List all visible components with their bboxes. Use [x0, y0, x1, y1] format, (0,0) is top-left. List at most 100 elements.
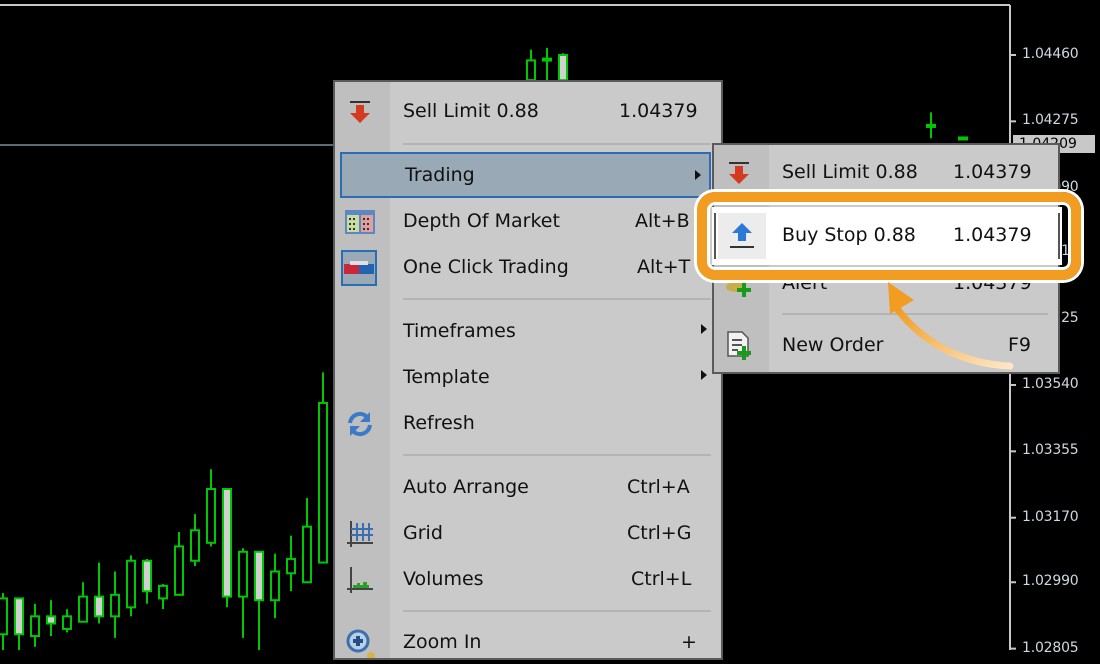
menu-item-label: Volumes	[403, 568, 484, 590]
menu-item-one-click-trading[interactable]: One Click Trading Alt+T	[335, 247, 721, 289]
candle	[542, 47, 552, 81]
candle	[318, 372, 328, 564]
menu-item-label: One Click Trading	[403, 256, 569, 278]
menu-item-auto-arrange[interactable]: Auto Arrange Ctrl+A	[335, 467, 721, 509]
zoom-in-icon	[343, 626, 377, 660]
candle	[270, 553, 280, 619]
candle	[526, 49, 536, 82]
chart-context-menu: Sell Limit 0.88 1.04379 Trading Depth Of…	[333, 80, 723, 660]
submenu-arrow-icon	[695, 170, 701, 180]
candle	[558, 53, 568, 82]
candle-body	[254, 550, 264, 602]
candle	[158, 584, 168, 610]
volumes-icon	[343, 563, 377, 597]
candle	[142, 558, 152, 604]
menu-separator	[403, 298, 711, 300]
menu-item-refresh[interactable]: Refresh	[335, 403, 721, 445]
new-order-icon	[722, 329, 756, 363]
candle-body	[558, 54, 568, 82]
candle	[30, 603, 40, 647]
candle-body	[286, 557, 296, 575]
candle	[926, 112, 936, 139]
candle	[110, 571, 120, 638]
candle	[238, 548, 248, 638]
candle-body	[174, 545, 184, 596]
menu-item-depth-of-market[interactable]: Depth Of Market Alt+B	[335, 201, 721, 243]
menu-item-grid[interactable]: Grid Ctrl+G	[335, 513, 721, 555]
menu-item-shortcut: Alt+T	[637, 256, 691, 278]
candle-body	[30, 615, 40, 638]
grid-icon	[343, 517, 377, 551]
menu-item-label: Refresh	[403, 412, 475, 434]
menu-item-zoom-in[interactable]: Zoom In +	[335, 622, 721, 664]
candle-body	[222, 488, 232, 598]
menu-separator	[403, 454, 711, 456]
candle-body	[158, 584, 168, 600]
candle	[126, 555, 136, 617]
menu-item-sell-limit[interactable]: Sell Limit 0.88 1.04379	[335, 91, 721, 133]
candle-body	[206, 488, 216, 544]
menu-item-label: Auto Arrange	[403, 476, 529, 498]
candle-body	[270, 570, 280, 602]
axis-tick-label: 1.03540	[1022, 375, 1079, 392]
menu-item-shortcut: Alt+B	[635, 210, 690, 232]
candle-body	[46, 615, 56, 625]
candle-body	[958, 136, 968, 141]
candle	[302, 497, 312, 584]
candle-body	[0, 597, 8, 636]
menu-item-trading[interactable]: Trading	[340, 152, 711, 198]
axis-tick-label: 1.02990	[1022, 573, 1079, 590]
refresh-icon	[343, 407, 377, 441]
menu-item-label: New Order	[782, 334, 884, 356]
submenu-arrow-icon	[701, 324, 707, 334]
sell-limit-icon	[722, 156, 756, 190]
candle-body	[78, 595, 88, 623]
highlight-frame	[697, 192, 1081, 280]
axis-tick-label: 1.04460	[1022, 46, 1079, 62]
menu-separator	[403, 143, 711, 145]
candle-body	[238, 550, 248, 598]
candle	[254, 550, 264, 650]
menu-item-volumes[interactable]: Volumes Ctrl+L	[335, 559, 721, 601]
menu-item-label: Timeframes	[403, 320, 516, 342]
candle	[958, 136, 968, 141]
candle	[222, 488, 232, 608]
menu-item-label: Grid	[403, 522, 443, 544]
candle-body	[318, 401, 328, 564]
menu-item-timeframes[interactable]: Timeframes	[335, 311, 721, 353]
menu-item-label: Sell Limit 0.88	[782, 161, 918, 183]
axis-tick-label: 1.04275	[1022, 112, 1079, 129]
axis-tick-label: 1.02805	[1022, 639, 1079, 656]
candle-body	[94, 595, 104, 618]
depth-of-market-icon	[343, 205, 377, 239]
candle	[94, 562, 104, 624]
candle	[286, 535, 296, 592]
candle	[174, 532, 184, 596]
candle	[62, 609, 72, 633]
menu-item-shortcut: Ctrl+A	[627, 476, 690, 498]
candle-body	[190, 529, 200, 562]
sell-limit-icon	[343, 95, 377, 129]
candle	[0, 593, 8, 650]
candle	[78, 582, 88, 623]
menu-item-label: Template	[403, 366, 490, 388]
axis-tick-label: 1.03170	[1022, 508, 1079, 525]
candle-body	[14, 597, 24, 636]
candle	[46, 600, 56, 637]
candle-body	[126, 559, 136, 609]
submenu-item-sell-limit[interactable]: Sell Limit 0.88 1.04379	[714, 152, 1058, 194]
annotation-arrow-icon	[888, 282, 1014, 370]
candle-body	[926, 123, 936, 128]
candle	[14, 597, 24, 650]
menu-item-template[interactable]: Template	[335, 357, 721, 399]
one-click-trading-icon	[341, 250, 377, 286]
menu-item-shortcut: Ctrl+G	[627, 522, 692, 544]
menu-item-label: Sell Limit 0.88	[403, 100, 539, 122]
candle	[206, 469, 216, 547]
menu-item-label: Trading	[405, 164, 475, 186]
menu-separator	[403, 610, 711, 612]
submenu-arrow-icon	[701, 370, 707, 380]
candle-body	[62, 615, 72, 630]
candle-body	[542, 57, 552, 62]
candle-body	[526, 59, 536, 82]
